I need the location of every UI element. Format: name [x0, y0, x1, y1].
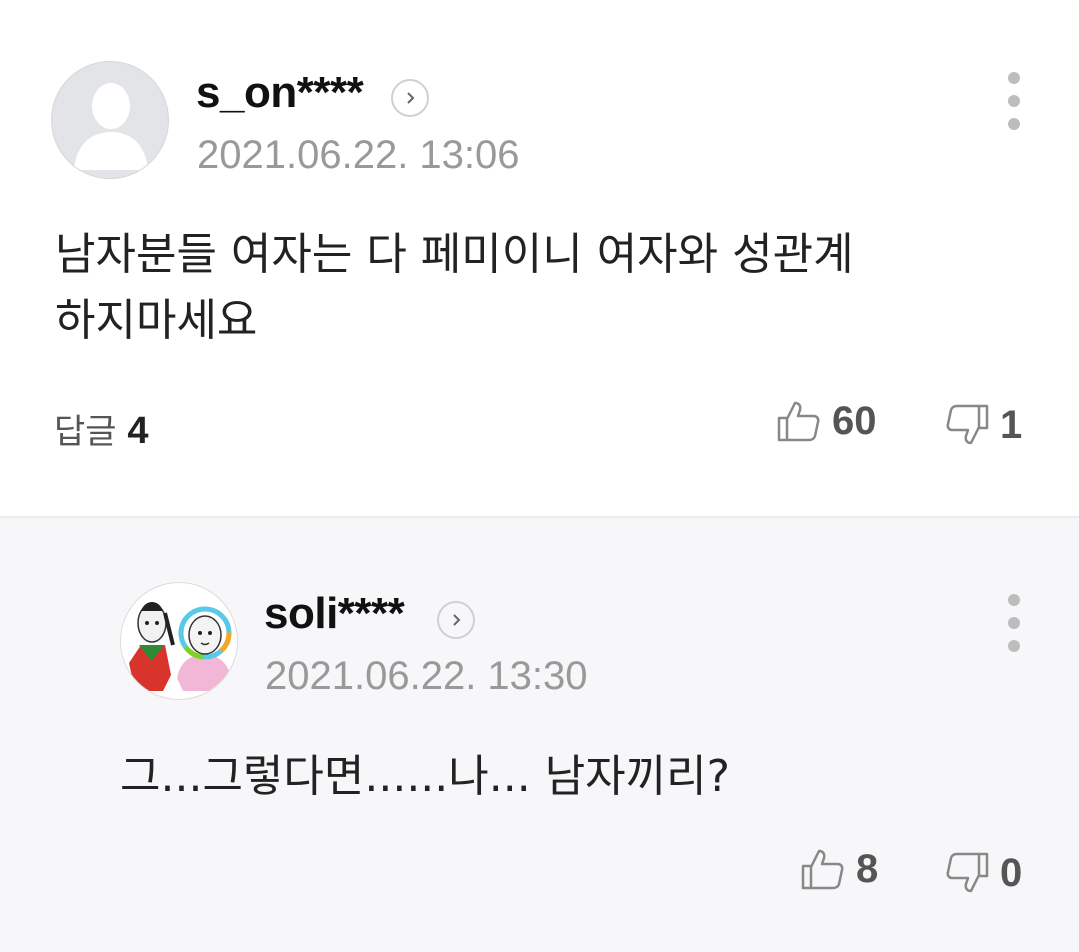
default-profile-icon: [74, 83, 148, 170]
chevron-right-icon[interactable]: [437, 601, 475, 639]
comment-text: 남자분들 여자는 다 페미이니 여자와 성관계 하지마세요: [55, 229, 854, 346]
avatar[interactable]: [120, 582, 238, 700]
dislike-count: 1: [1000, 402, 1023, 447]
replies-label: 답글: [54, 412, 117, 452]
thumbs-down-icon: [946, 852, 989, 893]
chevron-right-icon[interactable]: [391, 79, 429, 117]
dislike-button[interactable]: 1: [944, 402, 1022, 448]
dislike-button[interactable]: 0: [944, 850, 1022, 896]
thumbs-up-icon: [801, 849, 844, 890]
like-button[interactable]: 60: [776, 398, 877, 444]
thumbs-up-icon: [777, 401, 820, 442]
thumbs-down-icon: [946, 404, 989, 445]
replies-button[interactable]: 답글 4: [54, 404, 149, 453]
reply-date: 2021.06.22. 13:30: [265, 654, 588, 698]
like-count: 8: [856, 846, 879, 891]
nickname[interactable]: s_on****: [196, 68, 364, 118]
more-options-icon[interactable]: [1007, 72, 1021, 130]
reply-item: [0, 516, 1079, 952]
cartoon-profile-picture: [129, 602, 232, 691]
comment-item: s_on**** 2021.06.22. 13:06 남자분들 여자는 다 페미…: [0, 0, 1079, 516]
avatar[interactable]: [51, 61, 169, 179]
dislike-count: 0: [1000, 850, 1023, 895]
more-options-icon[interactable]: [1007, 594, 1021, 652]
like-button[interactable]: 8: [800, 846, 878, 892]
reply-text: 그...그렇다면......나... 남자끼리?: [120, 751, 730, 802]
replies-count: 4: [127, 410, 149, 452]
comment-date: 2021.06.22. 13:06: [197, 133, 520, 177]
like-count: 60: [832, 398, 877, 443]
nickname[interactable]: soli****: [264, 589, 405, 639]
